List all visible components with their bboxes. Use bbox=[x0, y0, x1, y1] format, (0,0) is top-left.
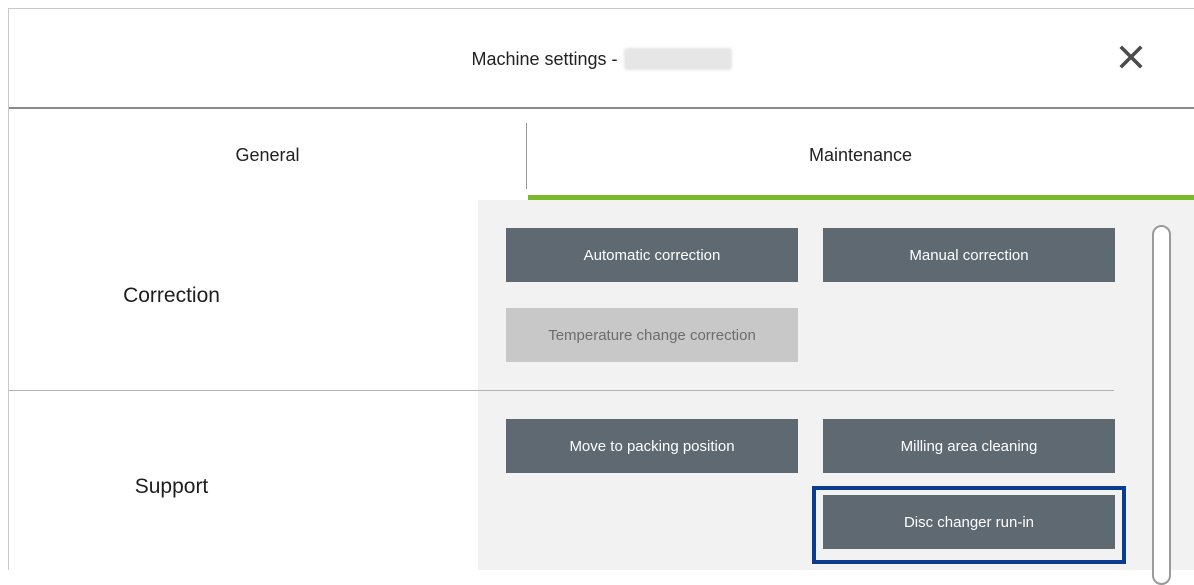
move-to-packing-position-button[interactable]: Move to packing position bbox=[506, 419, 798, 473]
disc-changer-run-in-button[interactable]: Disc changer run-in bbox=[823, 495, 1115, 549]
section-label-support: Support bbox=[134, 475, 209, 498]
milling-area-cleaning-label: Milling area cleaning bbox=[900, 437, 1038, 455]
automatic-correction-label: Automatic correction bbox=[583, 246, 721, 264]
section-divider bbox=[9, 390, 1114, 391]
automatic-correction-button[interactable]: Automatic correction bbox=[506, 228, 798, 282]
dialog-title: Machine settings - bbox=[471, 48, 732, 70]
vertical-scrollbar[interactable] bbox=[1152, 225, 1171, 585]
temperature-change-correction-button: Temperature change correction bbox=[506, 308, 798, 362]
manual-correction-label: Manual correction bbox=[909, 246, 1029, 264]
tab-general-label: General bbox=[235, 144, 300, 165]
move-to-packing-position-label: Move to packing position bbox=[569, 437, 735, 455]
disc-changer-run-in-label: Disc changer run-in bbox=[903, 513, 1035, 531]
dialog-title-text: Machine settings - bbox=[471, 48, 618, 69]
manual-correction-button[interactable]: Manual correction bbox=[823, 228, 1115, 282]
tab-general[interactable]: General bbox=[9, 109, 526, 201]
tab-maintenance[interactable]: Maintenance bbox=[527, 109, 1194, 201]
tab-maintenance-label: Maintenance bbox=[808, 144, 913, 165]
close-button[interactable] bbox=[1118, 44, 1144, 70]
section-labels-column bbox=[9, 200, 478, 570]
temperature-change-correction-label: Temperature change correction bbox=[548, 326, 756, 344]
milling-area-cleaning-button[interactable]: Milling area cleaning bbox=[823, 419, 1115, 473]
redacted-machine-name bbox=[623, 48, 732, 70]
dialog-header: Machine settings - bbox=[9, 9, 1194, 109]
close-icon bbox=[1119, 45, 1143, 69]
section-label-correction: Correction bbox=[123, 284, 220, 307]
